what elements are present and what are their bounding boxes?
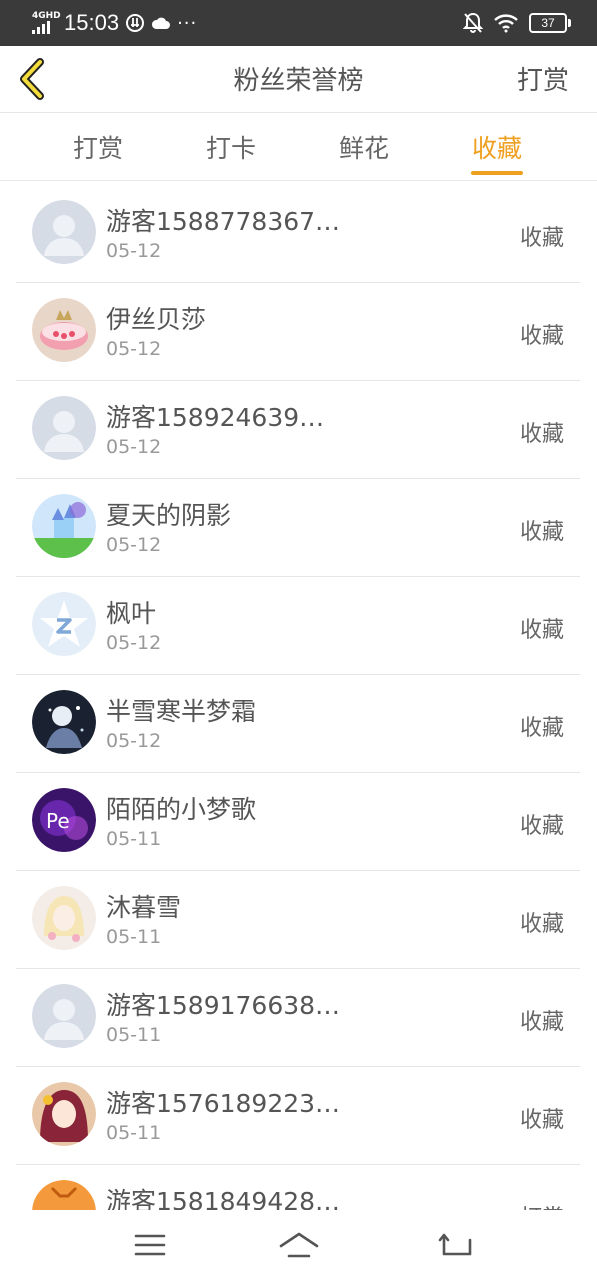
tab-checkin[interactable]: 打卡 — [206, 129, 256, 165]
item-action: 收藏 — [519, 324, 564, 349]
wifi-icon — [494, 14, 518, 33]
user-name: 游客158924639… — [106, 403, 325, 432]
user-name: 游客1589176638… — [106, 991, 341, 1020]
avatar — [32, 886, 96, 950]
header: 粉丝荣誉榜 打赏 — [0, 46, 597, 113]
list-item[interactable]: 伊丝贝莎 05-12 收藏 — [16, 282, 580, 381]
anime-red-avatar-icon — [32, 1082, 96, 1146]
user-name: 枫叶 — [106, 599, 157, 628]
svg-text:Pe: Pe — [46, 809, 70, 833]
home-icon — [279, 1232, 319, 1258]
back-nav-button[interactable] — [436, 1228, 476, 1262]
list-item[interactable]: 游客1581849428… 打赏 — [16, 1164, 580, 1210]
avatar — [32, 494, 96, 558]
app-notification-icon — [126, 14, 145, 32]
item-action: 收藏 — [519, 814, 564, 839]
menu-button[interactable] — [130, 1228, 170, 1262]
item-action: 打赏 — [520, 1200, 564, 1210]
avatar — [32, 1180, 96, 1210]
tab-flowers[interactable]: 鲜花 — [339, 129, 389, 165]
avatar — [32, 396, 96, 460]
orange-avatar-icon — [32, 1180, 96, 1210]
item-action: 收藏 — [519, 1108, 564, 1133]
avatar — [32, 984, 96, 1048]
item-date: 05-12 — [106, 338, 162, 360]
item-date: 05-11 — [106, 1122, 162, 1144]
system-nav-bar — [0, 1210, 597, 1280]
item-date: 05-11 — [106, 828, 162, 850]
avatar: Pe — [32, 788, 96, 852]
list-item[interactable]: Pe 陌陌的小梦歌 05-11 收藏 — [16, 772, 580, 871]
qq-star-avatar-icon — [32, 592, 96, 656]
item-date: 05-12 — [106, 534, 162, 556]
item-date: 05-12 — [106, 730, 162, 752]
item-date: 05-11 — [106, 926, 162, 948]
item-action: 收藏 — [519, 1010, 564, 1035]
default-avatar-icon — [32, 984, 96, 1048]
return-icon — [438, 1233, 472, 1256]
avatar — [32, 1082, 96, 1146]
menu-icon — [134, 1234, 166, 1256]
cellular-signal-icon: 4GHD — [30, 10, 61, 36]
more-notifications-icon: ··· — [177, 12, 198, 34]
status-time: 15:03 — [64, 10, 120, 35]
status-bar: 4GHD 15:03 ··· 37 — [0, 0, 597, 46]
item-date: 05-12 — [106, 240, 162, 262]
user-name: 陌陌的小梦歌 — [106, 795, 257, 824]
item-action: 收藏 — [519, 226, 564, 251]
user-name: 伊丝贝莎 — [106, 305, 207, 334]
list-item[interactable]: 游客158924639… 05-12 收藏 — [16, 380, 580, 479]
user-name: 夏天的阴影 — [106, 501, 232, 530]
item-action: 收藏 — [519, 520, 564, 545]
tab-reward[interactable]: 打赏 — [73, 129, 123, 165]
active-tab-indicator — [471, 171, 523, 175]
tab-collect[interactable]: 收藏 — [472, 129, 522, 165]
item-date: 05-12 — [106, 436, 162, 458]
user-name: 沐暮雪 — [106, 893, 182, 922]
default-avatar-icon — [32, 200, 96, 264]
avatar — [32, 592, 96, 656]
item-action: 收藏 — [519, 716, 564, 741]
avatar — [32, 200, 96, 264]
castle-avatar-icon — [32, 494, 96, 558]
avatar — [32, 690, 96, 754]
item-action: 收藏 — [519, 422, 564, 447]
user-name: 游客1581849428… — [106, 1187, 341, 1210]
list-item[interactable]: 游客1576189223… 05-11 收藏 — [16, 1066, 580, 1165]
list-item[interactable]: 半雪寒半梦霜 05-12 收藏 — [16, 674, 580, 773]
item-action: 收藏 — [519, 618, 564, 643]
cake-avatar-icon — [32, 298, 96, 362]
battery-icon: 37 — [529, 13, 571, 33]
item-action: 收藏 — [519, 912, 564, 937]
list-item[interactable]: 沐暮雪 05-11 收藏 — [16, 870, 580, 969]
home-button[interactable] — [279, 1228, 319, 1262]
item-date: 05-12 — [106, 632, 162, 654]
reward-button[interactable]: 打赏 — [517, 60, 569, 97]
list-item[interactable]: 游客1588778367… 05-12 收藏 — [16, 184, 580, 283]
fan-list: 游客1588778367… 05-12 收藏 伊丝贝莎 05-12 收藏 游客1… — [0, 184, 597, 1210]
user-name: 游客1576189223… — [106, 1089, 341, 1118]
default-avatar-icon — [32, 396, 96, 460]
cloud-icon — [152, 17, 171, 29]
purple-galaxy-avatar-icon: Pe — [32, 788, 96, 852]
item-date: 05-11 — [106, 1024, 162, 1046]
list-item[interactable]: 枫叶 05-12 收藏 — [16, 576, 580, 675]
user-name: 半雪寒半梦霜 — [106, 697, 257, 726]
anime-dark-avatar-icon — [32, 690, 96, 754]
page-title: 粉丝荣誉榜 — [233, 66, 364, 96]
list-item[interactable]: 游客1589176638… 05-11 收藏 — [16, 968, 580, 1067]
bell-muted-icon — [463, 12, 483, 33]
avatar — [32, 298, 96, 362]
list-item[interactable]: 夏天的阴影 05-12 收藏 — [16, 478, 580, 577]
anime-light-avatar-icon — [32, 886, 96, 950]
user-name: 游客1588778367… — [106, 207, 341, 236]
